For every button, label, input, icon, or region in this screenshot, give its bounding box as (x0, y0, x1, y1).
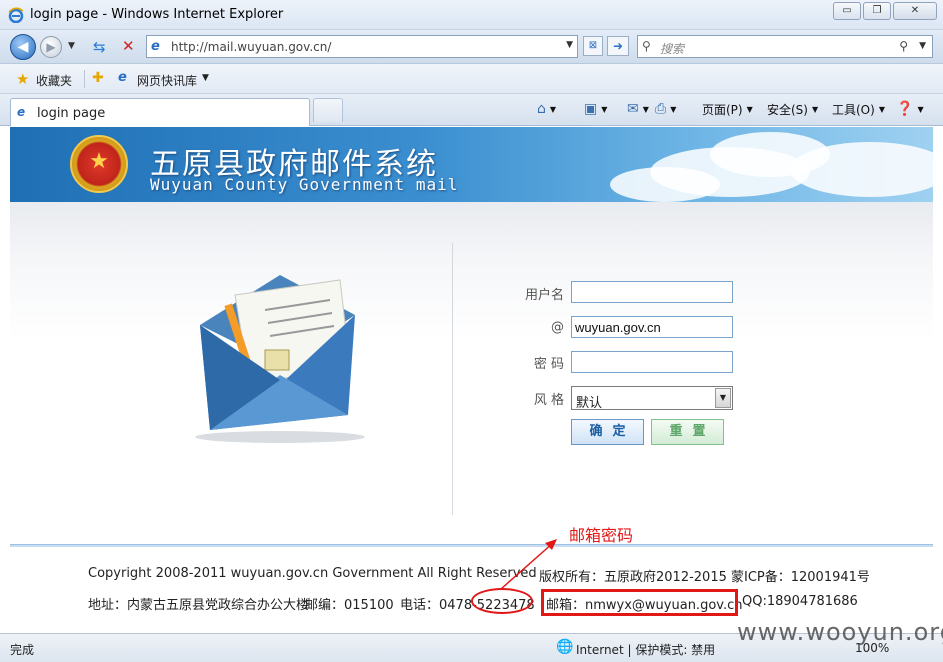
national-emblem-icon: ★ (70, 135, 128, 193)
page-menu-label: 页面(P) (702, 103, 743, 117)
window-title: login page - Windows Internet Explorer (30, 7, 284, 22)
mail-dropdown-icon: ▼ (642, 104, 649, 114)
at-label: @ (551, 320, 564, 335)
address-bar[interactable]: e http://mail.wuyuan.gov.cn/ ▼ (146, 35, 578, 58)
add-favorite-icon[interactable]: ✚ (92, 70, 104, 86)
page-menu-dropdown-icon: ▼ (746, 105, 753, 114)
tab-ie-icon: e (17, 105, 26, 119)
site-banner: ★ 五原县政府邮件系统 Wuyuan County Government mai… (10, 127, 933, 202)
footer-owner: 版权所有：五原政府2012-2015 蒙ICP备：12001941号 (539, 570, 870, 585)
mail-icon: ✉ (627, 101, 639, 117)
close-button[interactable]: ✕ (893, 2, 937, 20)
ie-logo-icon (8, 7, 24, 23)
style-selected-value: 默认 (576, 396, 603, 411)
search-provider-icon: ⚲ (642, 39, 651, 53)
tab-login-page[interactable]: e login page (10, 98, 310, 126)
toolbar-separator (84, 70, 85, 88)
tools-menu-dropdown-icon: ▼ (878, 105, 885, 114)
stop-icon[interactable]: ✕ (122, 37, 135, 55)
footer-copyright: Copyright 2008-2011 wuyuan.gov.cn Govern… (88, 566, 537, 581)
globe-icon: 🌐 (556, 639, 574, 655)
safety-menu-dropdown-icon: ▼ (811, 105, 819, 114)
refresh-icon[interactable]: ⇆ (93, 38, 106, 56)
home-icon: ⌂ (537, 101, 546, 117)
page-menu[interactable]: 页面(P) ▼ (702, 101, 753, 118)
web-slice-dropdown-icon[interactable]: ▼ (202, 73, 209, 83)
recent-pages-dropdown-icon[interactable]: ▼ (68, 41, 75, 51)
username-label: 用户名 (524, 288, 564, 303)
print-dropdown-icon: ▼ (670, 104, 677, 114)
login-content-area (10, 202, 933, 547)
restore-button[interactable]: ❐ (863, 2, 891, 20)
chevron-down-icon[interactable]: ▼ (715, 388, 731, 408)
emblem-star-icon: ★ (89, 149, 109, 174)
go-arrow-icon[interactable]: ➜ (607, 36, 629, 56)
status-text: 完成 (10, 643, 35, 657)
new-tab-button[interactable] (313, 98, 343, 122)
phone-highlight-circle (471, 588, 533, 614)
domain-input[interactable] (571, 316, 733, 338)
tools-menu-label: 工具(O) (832, 103, 875, 117)
username-input[interactable] (571, 281, 733, 303)
security-zone[interactable]: Internet | 保护模式: 禁用 (576, 641, 715, 658)
style-select[interactable]: 默认 ▼ (571, 386, 733, 411)
address-dropdown-icon[interactable]: ▼ (566, 40, 573, 50)
title-bar: login page - Windows Internet Explorer ▭… (0, 0, 943, 30)
search-placeholder[interactable]: 搜索 (660, 40, 684, 57)
content-divider (452, 243, 453, 515)
window-controls: ▭ ❐ ✕ (833, 2, 937, 20)
feeds-button[interactable]: ▣ ▼ (584, 101, 607, 117)
feeds-dropdown-icon: ▼ (601, 104, 608, 114)
home-dropdown-icon: ▼ (549, 104, 557, 114)
annotation-label: 邮箱密码 (569, 526, 634, 545)
back-button[interactable]: ◀ (10, 34, 36, 60)
cloud-decoration (790, 142, 933, 197)
page-ie-icon: e (151, 39, 160, 54)
address-url[interactable]: http://mail.wuyuan.gov.cn/ (171, 40, 331, 54)
help-icon: ❓ (896, 101, 914, 117)
web-slice-icon: e (118, 70, 127, 85)
home-button[interactable]: ⌂ ▼ (537, 101, 556, 117)
help-button[interactable]: ❓ ▼ (896, 101, 924, 117)
help-dropdown-icon: ▼ (917, 104, 924, 114)
reset-button[interactable]: 重置 (651, 419, 724, 445)
search-icon[interactable]: ⚲ (899, 39, 908, 53)
login-button[interactable]: 确定 (571, 419, 644, 445)
navigation-bar: ◀ ▶ ▼ ⇆ ✕ e http://mail.wuyuan.gov.cn/ ▼… (0, 30, 943, 64)
print-icon: ⎙ (655, 101, 667, 117)
tools-menu[interactable]: 工具(O) ▼ (832, 101, 885, 118)
safety-menu-label: 安全(S) (767, 103, 808, 117)
envelope-illustration-icon (195, 275, 365, 443)
search-box[interactable]: ⚲ 搜索 ⚲ ▼ (637, 35, 933, 58)
rss-icon: ▣ (584, 101, 598, 117)
password-input[interactable] (571, 351, 733, 373)
cloud-decoration (610, 167, 720, 202)
print-button[interactable]: ⎙ ▼ (655, 101, 676, 117)
favorites-button[interactable]: 收藏夹 (36, 72, 72, 89)
site-title-en: Wuyuan County Government mail (150, 175, 459, 194)
read-mail-button[interactable]: ✉ ▼ (627, 101, 649, 117)
annotation-arrow-icon (500, 539, 557, 590)
email-highlight-box (541, 589, 738, 616)
style-label: 风 格 (533, 393, 564, 408)
forward-button[interactable]: ▶ (40, 36, 62, 58)
footer-qq: QQ:18904781686 (742, 594, 858, 609)
web-slice-gallery-button[interactable]: 网页快讯库 (137, 72, 197, 89)
footer-divider (10, 544, 933, 547)
password-label: 密 码 (533, 357, 564, 372)
tab-label: login page (37, 106, 106, 121)
footer-address: 地址：内蒙古五原县党政综合办公大楼 (88, 598, 310, 613)
favorites-bar: ★ 收藏夹 ✚ e 网页快讯库 ▼ (0, 64, 943, 94)
minimize-button[interactable]: ▭ (833, 2, 861, 20)
watermark: www.wooyun.org (737, 618, 943, 646)
compatibility-view-icon[interactable]: ⊠ (583, 36, 603, 56)
safety-menu[interactable]: 安全(S) ▼ (767, 101, 818, 118)
footer-postcode: 邮编：015100 (305, 598, 394, 613)
favorites-star-icon[interactable]: ★ (16, 70, 29, 88)
search-dropdown-icon[interactable]: ▼ (919, 41, 926, 51)
